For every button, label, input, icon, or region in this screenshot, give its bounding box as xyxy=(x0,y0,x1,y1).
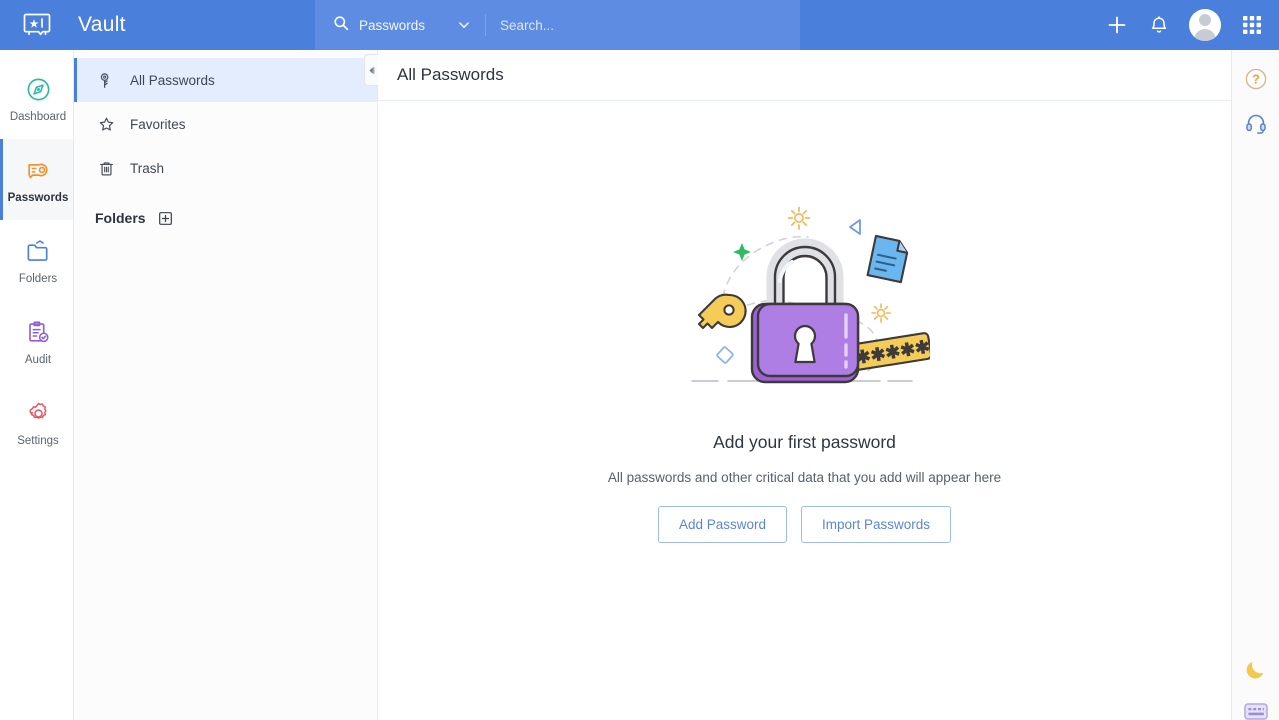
search-scope-label: Passwords xyxy=(359,17,426,33)
page-title: All Passwords xyxy=(397,65,504,84)
key-card-icon xyxy=(24,155,52,185)
right-utility-rail: ? xyxy=(1231,50,1279,720)
search-scope-dropdown[interactable]: Passwords xyxy=(315,0,485,50)
trash-icon xyxy=(98,160,115,177)
top-header-bar: Vault Passwords xyxy=(0,0,1279,50)
sidebar-item-audit[interactable]: Audit xyxy=(0,301,73,382)
topbar-actions xyxy=(1105,9,1279,41)
collapse-left-icon[interactable] xyxy=(364,54,378,86)
compass-icon xyxy=(25,74,52,104)
empty-state-actions: Add Password Import Passwords xyxy=(657,506,952,543)
search-icon xyxy=(333,15,349,36)
search-input[interactable] xyxy=(500,17,800,33)
folders-section-title: Folders xyxy=(95,210,146,226)
list-item-label: Trash xyxy=(130,160,165,176)
bell-icon[interactable] xyxy=(1149,15,1169,36)
chevron-down-icon xyxy=(457,18,471,32)
moon-icon[interactable] xyxy=(1241,654,1271,684)
question-circle-icon[interactable]: ? xyxy=(1241,64,1271,94)
sidebar-item-dashboard[interactable]: Dashboard xyxy=(0,58,73,139)
headset-icon[interactable] xyxy=(1241,108,1271,138)
folders-section-header: Folders xyxy=(74,190,377,230)
svg-text:✱: ✱ xyxy=(913,337,930,359)
right-rail-bottom xyxy=(1232,654,1279,720)
secondary-list-panel: All Passwords Favorites Trash Folders xyxy=(74,50,378,720)
clipboard-check-icon xyxy=(25,317,52,347)
body-container: Dashboard Passwords Folders Audit Settin… xyxy=(0,50,1279,720)
sidebar-item-label: Audit xyxy=(24,354,52,366)
add-folder-icon[interactable] xyxy=(158,211,173,226)
sidebar-item-label: Settings xyxy=(17,435,59,447)
sidebar-item-label: Folders xyxy=(18,273,58,285)
empty-state: ✱ ✱ ✱ ✱ ✱ Add your first password All pa… xyxy=(378,101,1231,720)
empty-state-subtitle: All passwords and other critical data th… xyxy=(607,470,1002,485)
folder-icon xyxy=(25,236,52,266)
main-content: All Passwords ✱ ✱ ✱ ✱ ✱ Add your first p… xyxy=(378,50,1231,720)
sidebar-item-passwords[interactable]: Passwords xyxy=(0,139,73,220)
app-root: Vault Passwords Search... Dashboard Pass… xyxy=(0,0,1279,720)
plus-icon[interactable] xyxy=(1105,13,1129,37)
vault-safe-icon xyxy=(18,6,56,44)
list-item-label: Favorites xyxy=(130,116,186,132)
key-tag-icon xyxy=(98,72,115,89)
import-passwords-button[interactable]: Import Passwords xyxy=(801,506,952,543)
svg-text:?: ? xyxy=(1252,73,1260,87)
sidebar-item-settings[interactable]: Settings xyxy=(0,382,73,463)
search-input-area xyxy=(486,0,800,50)
gear-icon xyxy=(25,398,52,428)
list-item-all-passwords[interactable]: All Passwords xyxy=(74,58,377,102)
left-nav-rail: Dashboard Passwords Folders Audit Settin… xyxy=(0,50,74,720)
add-password-button[interactable]: Add Password xyxy=(657,506,787,543)
main-header: All Passwords xyxy=(378,50,1231,101)
sidebar-item-folders[interactable]: Folders xyxy=(0,220,73,301)
padlock-illustration: ✱ ✱ ✱ ✱ ✱ xyxy=(680,203,932,408)
grid-apps-icon[interactable] xyxy=(1241,14,1263,36)
brand-area[interactable]: Vault xyxy=(0,6,295,44)
sidebar-item-label: Passwords xyxy=(7,192,69,204)
list-item-trash[interactable]: Trash xyxy=(74,146,377,190)
keyboard-icon[interactable] xyxy=(1241,696,1271,720)
empty-state-title: Add your first password xyxy=(713,432,896,452)
search-bar: Passwords xyxy=(315,0,800,50)
avatar[interactable] xyxy=(1189,9,1221,41)
app-title: Vault xyxy=(78,13,126,36)
sidebar-item-label: Dashboard xyxy=(9,111,67,123)
list-item-favorites[interactable]: Favorites xyxy=(74,102,377,146)
list-item-label: All Passwords xyxy=(130,72,215,88)
star-icon xyxy=(98,116,115,133)
